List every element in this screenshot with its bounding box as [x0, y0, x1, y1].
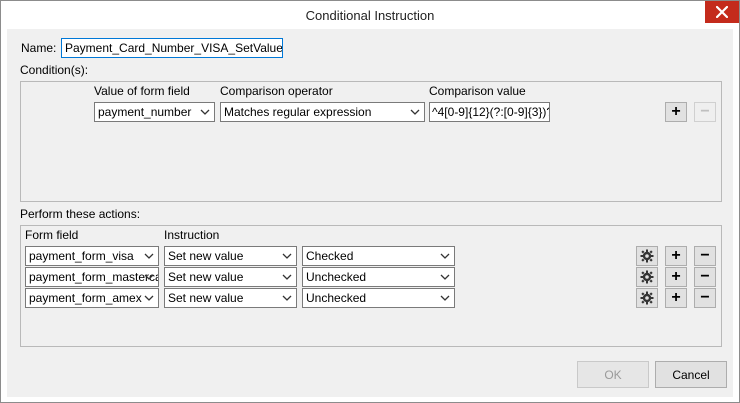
chevron-down-icon: [440, 274, 450, 280]
action-instruction-value: Set new value: [168, 249, 244, 263]
condition-value-text: ^4[0-9]{12}(?:[0-9]{3})?$: [432, 105, 550, 119]
conditional-instruction-dialog: Conditional Instruction Name: Payment_Ca…: [0, 0, 740, 403]
gear-icon: [640, 249, 654, 263]
plus-icon: +: [671, 268, 681, 285]
action-value-select[interactable]: Unchecked: [302, 267, 455, 287]
cancel-button[interactable]: Cancel: [655, 361, 727, 388]
dialog-title: Conditional Instruction: [305, 8, 435, 23]
chevron-down-icon: [144, 253, 154, 259]
add-action-button[interactable]: +: [665, 267, 687, 287]
action-instruction-select[interactable]: Set new value: [164, 246, 297, 266]
conditions-label: Condition(s):: [20, 63, 89, 77]
condition-value-header: Comparison value: [429, 84, 526, 98]
condition-operator-select[interactable]: Matches regular expression: [220, 102, 425, 122]
plus-icon: +: [671, 103, 681, 120]
condition-operator-value: Matches regular expression: [224, 105, 372, 119]
action-instruction-select[interactable]: Set new value: [164, 267, 297, 287]
action-instruction-header: Instruction: [164, 228, 220, 242]
name-input[interactable]: Payment_Card_Number_VISA_SetValue: [61, 38, 283, 58]
name-value: Payment_Card_Number_VISA_SetValue: [65, 41, 283, 55]
gear-icon: [640, 270, 654, 284]
dialog-body: Name: Payment_Card_Number_VISA_SetValue …: [7, 29, 733, 397]
chevron-down-icon: [440, 295, 450, 301]
minus-icon: −: [700, 247, 710, 264]
name-label: Name:: [21, 41, 57, 55]
chevron-down-icon: [144, 274, 154, 280]
action-settings-button[interactable]: [636, 267, 658, 287]
chevron-down-icon: [200, 109, 210, 115]
action-field-value: payment_form_mastercard: [29, 270, 159, 284]
action-field-select[interactable]: payment_form_visa: [25, 246, 159, 266]
ok-button[interactable]: OK: [577, 361, 649, 388]
gear-icon: [640, 291, 654, 305]
title-bar[interactable]: Conditional Instruction: [1, 1, 739, 29]
chevron-down-icon: [440, 253, 450, 259]
chevron-down-icon: [282, 274, 292, 280]
add-condition-button[interactable]: +: [665, 102, 687, 122]
action-settings-button[interactable]: [636, 246, 658, 266]
add-action-button[interactable]: +: [665, 246, 687, 266]
action-value-select[interactable]: Unchecked: [302, 288, 455, 308]
actions-panel: Form field Instruction payment_form_visa…: [20, 225, 722, 347]
action-instruction-value: Set new value: [168, 270, 244, 284]
action-value-select[interactable]: Checked: [302, 246, 455, 266]
actions-label: Perform these actions:: [20, 207, 141, 221]
plus-icon: +: [671, 289, 681, 306]
action-settings-button[interactable]: [636, 288, 658, 308]
condition-field-header: Value of form field: [94, 84, 190, 98]
close-button[interactable]: [705, 1, 739, 23]
chevron-down-icon: [282, 253, 292, 259]
action-field-header: Form field: [25, 228, 79, 242]
chevron-down-icon: [410, 109, 420, 115]
action-instruction-select[interactable]: Set new value: [164, 288, 297, 308]
close-icon: [716, 6, 728, 18]
remove-action-button[interactable]: −: [694, 267, 716, 287]
action-field-value: payment_form_visa: [29, 249, 134, 263]
remove-condition-button[interactable]: −: [694, 102, 716, 122]
action-field-value: payment_form_amex: [29, 291, 142, 305]
action-field-select[interactable]: payment_form_mastercard: [25, 267, 159, 287]
condition-operator-header: Comparison operator: [220, 84, 333, 98]
action-value: Checked: [306, 249, 354, 263]
chevron-down-icon: [282, 295, 292, 301]
condition-field-select[interactable]: payment_number: [94, 102, 215, 122]
minus-icon: −: [700, 289, 710, 306]
plus-icon: +: [671, 247, 681, 264]
minus-icon: −: [700, 103, 710, 120]
minus-icon: −: [700, 268, 710, 285]
action-instruction-value: Set new value: [168, 291, 244, 305]
conditions-panel: Value of form field Comparison operator …: [20, 81, 722, 202]
action-field-select[interactable]: payment_form_amex: [25, 288, 159, 308]
add-action-button[interactable]: +: [665, 288, 687, 308]
remove-action-button[interactable]: −: [694, 288, 716, 308]
action-value: Unchecked: [306, 270, 367, 284]
condition-value-input[interactable]: ^4[0-9]{12}(?:[0-9]{3})?$: [429, 102, 550, 122]
remove-action-button[interactable]: −: [694, 246, 716, 266]
condition-field-value: payment_number: [98, 105, 192, 119]
action-value: Unchecked: [306, 291, 367, 305]
chevron-down-icon: [144, 295, 154, 301]
